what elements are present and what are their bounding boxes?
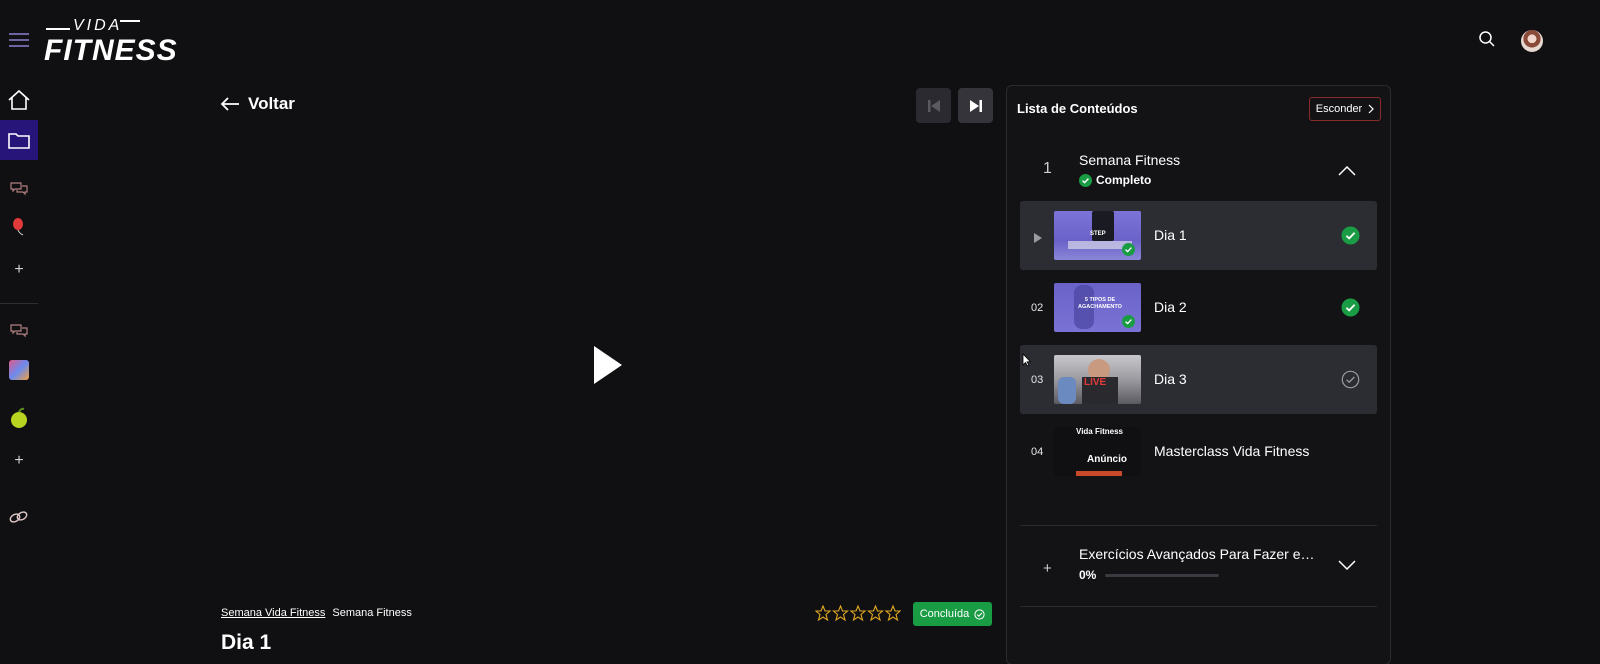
module-divider — [1020, 525, 1377, 526]
completed-label: Concluída — [919, 608, 970, 620]
thumbnail-text-top: Vida Fitness — [1076, 427, 1123, 436]
logo-top-text: VIDA — [73, 17, 123, 34]
chat-icon-2[interactable] — [0, 311, 38, 351]
brand-logo[interactable]: VIDA FITNESS — [44, 16, 177, 68]
video-play-button[interactable] — [594, 346, 622, 384]
module-number: 1 — [1043, 160, 1052, 177]
rail-divider — [0, 303, 38, 304]
lesson-item-masterclass[interactable]: 04 Vida Fitness Anúncio Masterclass Vida… — [1020, 417, 1377, 486]
breadcrumb: Semana Vida Fitness Semana Fitness — [221, 607, 412, 619]
module-divider — [1020, 606, 1377, 607]
panel-title: Lista de Conteúdos — [1017, 101, 1138, 116]
next-lesson-button[interactable] — [958, 88, 993, 123]
breadcrumb-course-link[interactable]: Semana Vida Fitness — [221, 607, 325, 619]
thumbnail-check-icon — [1122, 243, 1135, 256]
thumbnail-text: 5 TIPOS DE AGACHAMENTO — [1078, 297, 1122, 310]
thumbnail-check-icon — [1122, 315, 1135, 328]
completed-button[interactable]: Concluída — [913, 602, 992, 626]
app-icon[interactable] — [0, 350, 38, 390]
thumbnail-text: STEP — [1090, 231, 1106, 237]
hide-label: Esconder — [1315, 103, 1363, 115]
chevron-down-icon[interactable] — [1338, 557, 1356, 575]
rating-stars[interactable] — [815, 605, 901, 622]
add-space-button[interactable]: + — [0, 250, 38, 290]
breadcrumb-module: Semana Fitness — [332, 607, 412, 619]
lesson-item-dia-1[interactable]: STEP Dia 1 — [1020, 201, 1377, 270]
lesson-index: 02 — [1031, 302, 1044, 314]
skip-forward-icon — [969, 99, 982, 112]
module-status-label: Completo — [1096, 173, 1152, 187]
completed-check-icon — [1341, 298, 1360, 322]
back-label: Voltar — [248, 94, 295, 113]
check-circle-icon — [1079, 173, 1092, 187]
search-icon[interactable] — [1478, 30, 1496, 53]
menu-icon[interactable] — [0, 20, 38, 60]
content-list-panel: Lista de Conteúdos Esconder 1 Semana Fit… — [1006, 85, 1391, 664]
lesson-name: Dia 1 — [1154, 227, 1187, 243]
thumbnail-text: LIVE — [1084, 377, 1107, 388]
module-progress-bar — [1105, 574, 1219, 577]
playing-icon — [1034, 230, 1042, 248]
mouse-cursor-icon — [1022, 353, 1032, 372]
lesson-name: Masterclass Vida Fitness — [1154, 443, 1310, 459]
lesson-index: 03 — [1031, 374, 1044, 386]
lesson-index: 04 — [1031, 446, 1044, 458]
hide-panel-button[interactable]: Esconder — [1309, 97, 1381, 121]
lesson-name: Dia 3 — [1154, 371, 1187, 387]
skip-back-icon — [927, 99, 940, 112]
plus-icon: + — [1043, 560, 1052, 577]
folder-icon[interactable] — [0, 120, 38, 160]
balloon-icon[interactable] — [0, 208, 38, 248]
back-button[interactable]: Voltar — [220, 94, 295, 114]
module-progress-label: 0% — [1079, 568, 1097, 582]
lesson-item-dia-2[interactable]: 02 5 TIPOS DE AGACHAMENTO Dia 2 — [1020, 273, 1377, 342]
previous-lesson-button[interactable] — [916, 88, 951, 123]
incomplete-check-icon[interactable] — [1341, 370, 1360, 394]
lesson-title: Dia 1 — [221, 631, 272, 654]
arrow-left-icon — [220, 97, 239, 111]
logo-line-right — [120, 20, 140, 22]
completed-check-icon — [1341, 226, 1360, 250]
lesson-thumbnail: LIVE — [1054, 355, 1141, 404]
check-circle-icon — [974, 608, 985, 620]
lesson-thumbnail: STEP — [1054, 211, 1141, 260]
lesson-thumbnail: Vida Fitness Anúncio — [1054, 427, 1141, 476]
module-status: Completo — [1079, 173, 1151, 187]
lesson-item-dia-3[interactable]: 03 LIVE Dia 3 — [1020, 345, 1377, 414]
apple-icon[interactable] — [0, 398, 38, 438]
module-name[interactable]: Semana Fitness — [1079, 152, 1180, 168]
left-rail: + + — [0, 0, 38, 664]
logo-bottom-text: FITNESS — [44, 34, 178, 67]
home-icon[interactable] — [0, 80, 38, 120]
link-icon[interactable] — [0, 497, 38, 537]
chat-icon[interactable] — [0, 169, 38, 209]
chevron-right-icon — [1368, 104, 1375, 114]
chevron-up-icon[interactable] — [1338, 163, 1356, 181]
lesson-name: Dia 2 — [1154, 299, 1187, 315]
logo-line-left — [46, 28, 70, 30]
add-space-button-2[interactable]: + — [0, 441, 38, 481]
lesson-thumbnail: 5 TIPOS DE AGACHAMENTO — [1054, 283, 1141, 332]
module-name[interactable]: Exercícios Avançados Para Fazer em... — [1079, 546, 1315, 562]
thumbnail-text: Anúncio — [1087, 454, 1127, 465]
avatar[interactable] — [1521, 30, 1543, 52]
